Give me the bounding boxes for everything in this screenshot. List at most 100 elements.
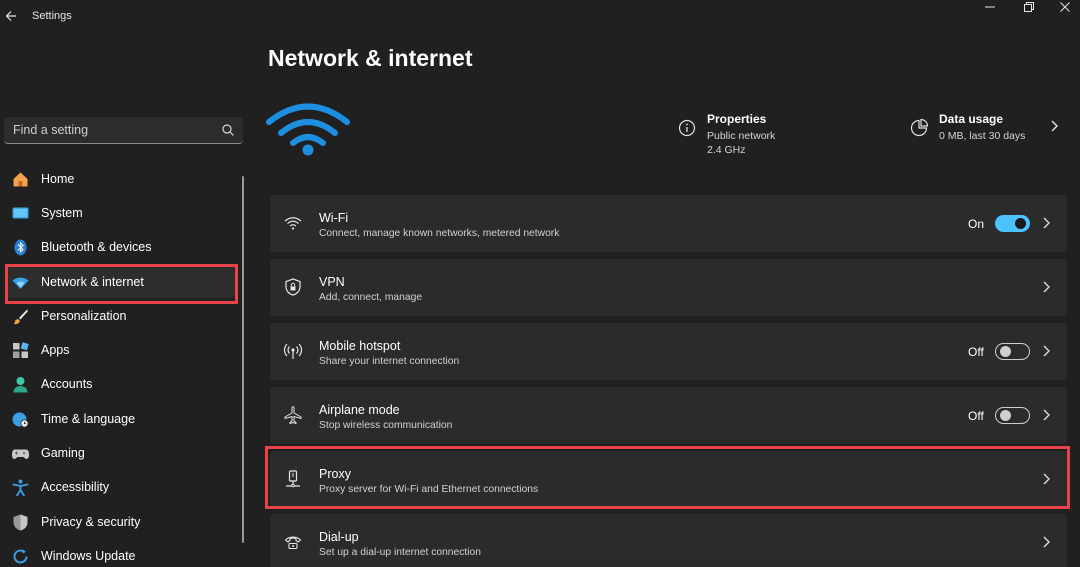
card-subtitle: Share your internet connection [319,356,460,367]
shield-icon [13,514,28,531]
wifi-icon [284,217,302,230]
toggle-knob [1000,346,1011,357]
sidebar-item-windows-update[interactable]: Windows Update [5,540,235,567]
sidebar-item-label: Bluetooth & devices [41,240,152,254]
sidebar-item-label: Accounts [41,377,93,391]
back-button[interactable] [4,6,18,26]
wifi-card[interactable]: Wi-Fi Connect, manage known networks, me… [270,195,1067,252]
card-title: VPN [319,275,345,289]
card-subtitle: Stop wireless communication [319,420,453,431]
network-band: 2.4 GHz [707,144,746,156]
apps-icon [13,342,29,358]
sidebar-item-label: Time & language [41,412,136,426]
vpn-shield-icon [285,278,301,296]
card-title: Mobile hotspot [319,339,401,353]
close-icon [1060,2,1070,12]
sidebar-item-personalization[interactable]: Personalization [5,300,235,332]
properties-title: Properties [707,112,767,126]
card-title: Airplane mode [319,403,400,417]
mobile-hotspot-toggle[interactable] [995,343,1030,360]
sidebar-item-gaming[interactable]: Gaming [5,437,235,469]
chevron-right-icon [1051,120,1058,132]
toggle-knob [1015,218,1026,229]
sidebar-item-system[interactable]: System [5,197,235,229]
toggle-state: Off [968,409,984,423]
info-icon [678,119,696,137]
proxy-icon [286,470,300,488]
update-icon [13,549,28,564]
sidebar-item-label: Privacy & security [41,515,141,529]
restore-icon [1024,2,1034,12]
sidebar-item-network-internet[interactable]: Network & internet [5,266,235,298]
card-subtitle: Set up a dial-up internet connection [319,547,482,558]
chevron-right-icon [1043,536,1050,548]
airplane-icon [284,406,302,424]
mobile-hotspot-card[interactable]: Mobile hotspot Share your internet conne… [270,323,1067,380]
bluetooth-icon [14,239,27,256]
chevron-right-icon [1043,217,1050,229]
dialup-icon [284,536,302,550]
card-subtitle: Proxy server for Wi-Fi and Ethernet conn… [319,484,539,495]
vpn-card[interactable]: VPN Add, connect, manage [270,259,1067,316]
minimize-button[interactable] [972,0,1008,18]
dial-up-card[interactable]: Dial-up Set up a dial-up internet connec… [270,514,1067,567]
sidebar-item-apps[interactable]: Apps [5,334,235,366]
sidebar-item-privacy-security[interactable]: Privacy & security [5,506,235,538]
sidebar-item-bluetooth-devices[interactable]: Bluetooth & devices [5,231,235,263]
globe-clock-icon [12,412,29,428]
airplane-mode-toggle[interactable] [995,407,1030,424]
hotspot-icon [284,343,302,359]
toggle-state: Off [968,345,984,359]
sidebar-item-label: System [41,206,83,220]
back-arrow-icon [5,11,16,21]
account-icon [13,377,28,393]
data-usage-link[interactable]: Data usage 0 MB, last 30 days [910,110,1070,150]
card-subtitle: Add, connect, manage [319,292,423,303]
chevron-right-icon [1043,409,1050,421]
search-icon[interactable] [221,123,235,137]
close-button[interactable] [1047,0,1080,18]
minimize-icon [985,6,995,8]
selected-indicator [5,276,8,290]
app-title: Settings [32,10,72,22]
card-title: Dial-up [319,530,359,544]
sidebar-item-label: Personalization [41,309,127,323]
sidebar-item-label: Home [41,172,75,186]
restore-button[interactable] [1011,0,1047,18]
proxy-card[interactable]: Proxy Proxy server for Wi-Fi and Etherne… [270,451,1067,508]
gamepad-icon [12,449,29,459]
sidebar-item-accounts[interactable]: Accounts [5,368,235,400]
sidebar-item-accessibility[interactable]: Accessibility [5,471,235,503]
sidebar-item-time-language[interactable]: Time & language [5,403,235,435]
wifi-icon [12,277,29,289]
chevron-right-icon [1043,473,1050,485]
wifi-toggle[interactable] [995,215,1030,232]
search-input[interactable] [4,117,204,142]
sidebar-scrollbar[interactable] [242,176,244,543]
card-subtitle: Connect, manage known networks, metered … [319,228,560,239]
airplane-mode-card[interactable]: Airplane mode Stop wireless communicatio… [270,387,1067,444]
home-icon [13,172,28,187]
system-display-icon [12,207,29,219]
toggle-knob [1000,410,1011,421]
data-usage-icon [910,119,928,137]
card-title: Proxy [319,467,351,481]
sidebar-item-label: Windows Update [41,549,136,563]
sidebar-item-label: Gaming [41,446,85,460]
data-usage-amount: 0 MB, last 30 days [939,130,1026,142]
chevron-right-icon [1043,345,1050,357]
network-properties-link[interactable]: Properties Public network 2.4 GHz [678,110,858,158]
search-box[interactable] [4,117,243,144]
card-title: Wi-Fi [319,211,349,225]
toggle-state: On [968,217,985,231]
data-usage-title: Data usage [939,112,1004,126]
page-title: Network & internet [268,45,473,71]
accessibility-icon [12,479,29,496]
wifi-icon [266,103,350,156]
brush-icon [13,309,28,325]
title-bar: Settings [0,0,1080,32]
sidebar-item-label: Network & internet [41,275,144,289]
chevron-right-icon [1043,281,1050,293]
sidebar-item-label: Accessibility [41,480,110,494]
sidebar-item-home[interactable]: Home [5,163,235,195]
